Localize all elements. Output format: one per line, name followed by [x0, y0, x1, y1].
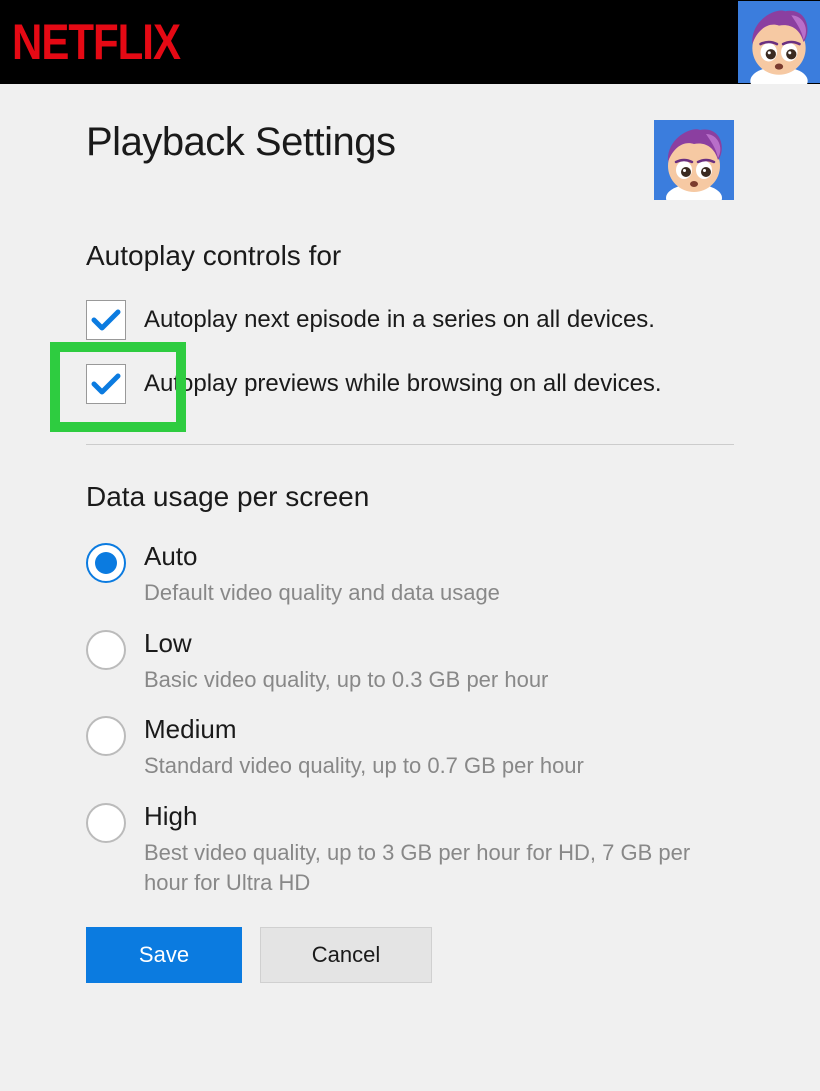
- data-usage-medium-label: Medium: [144, 714, 584, 745]
- data-usage-auto-text: Auto Default video quality and data usag…: [144, 541, 500, 608]
- data-usage-high-label: High: [144, 801, 734, 832]
- autoplay-previews-label: Autoplay previews while browsing on all …: [144, 370, 662, 398]
- radio-dot-icon: [95, 552, 117, 574]
- data-usage-low-row: Low Basic video quality, up to 0.3 GB pe…: [86, 628, 734, 695]
- avatar-icon: [654, 120, 734, 200]
- data-usage-high-row: High Best video quality, up to 3 GB per …: [86, 801, 734, 897]
- autoplay-next-episode-label: Autoplay next episode in a series on all…: [144, 306, 655, 334]
- checkmark-icon: [91, 373, 121, 395]
- avatar-icon: [738, 0, 820, 84]
- app-header: NETFLIX: [0, 0, 820, 84]
- data-usage-auto-row: Auto Default video quality and data usag…: [86, 541, 734, 608]
- data-usage-medium-row: Medium Standard video quality, up to 0.7…: [86, 714, 734, 781]
- data-usage-heading: Data usage per screen: [86, 481, 734, 513]
- data-usage-low-text: Low Basic video quality, up to 0.3 GB pe…: [144, 628, 548, 695]
- data-usage-auto-radio[interactable]: [86, 543, 126, 583]
- data-usage-high-desc: Best video quality, up to 3 GB per hour …: [144, 838, 734, 897]
- data-usage-medium-desc: Standard video quality, up to 0.7 GB per…: [144, 751, 584, 781]
- data-usage-radio-group: Auto Default video quality and data usag…: [86, 541, 734, 897]
- button-row: Save Cancel: [86, 927, 734, 983]
- data-usage-low-radio[interactable]: [86, 630, 126, 670]
- data-usage-medium-text: Medium Standard video quality, up to 0.7…: [144, 714, 584, 781]
- autoplay-section: Autoplay controls for Autoplay next epis…: [86, 240, 734, 404]
- title-row: Playback Settings: [86, 120, 734, 200]
- autoplay-next-episode-row: Autoplay next episode in a series on all…: [86, 300, 734, 340]
- autoplay-previews-row: Autoplay previews while browsing on all …: [86, 364, 734, 404]
- netflix-logo[interactable]: NETFLIX: [12, 13, 180, 71]
- checkmark-icon: [91, 309, 121, 331]
- data-usage-auto-label: Auto: [144, 541, 500, 572]
- data-usage-medium-radio[interactable]: [86, 716, 126, 756]
- data-usage-section: Data usage per screen Auto Default video…: [86, 481, 734, 897]
- content-area: Playback Settings Autoplay controls for …: [0, 84, 820, 1023]
- profile-avatar-header[interactable]: [738, 0, 820, 84]
- section-divider: [86, 444, 734, 445]
- cancel-button[interactable]: Cancel: [260, 927, 432, 983]
- data-usage-high-text: High Best video quality, up to 3 GB per …: [144, 801, 734, 897]
- data-usage-low-label: Low: [144, 628, 548, 659]
- data-usage-auto-desc: Default video quality and data usage: [144, 578, 500, 608]
- profile-avatar-large[interactable]: [654, 120, 734, 200]
- autoplay-heading: Autoplay controls for: [86, 240, 734, 272]
- autoplay-next-episode-checkbox[interactable]: [86, 300, 126, 340]
- page-title: Playback Settings: [86, 120, 395, 165]
- autoplay-previews-checkbox[interactable]: [86, 364, 126, 404]
- data-usage-high-radio[interactable]: [86, 803, 126, 843]
- data-usage-low-desc: Basic video quality, up to 0.3 GB per ho…: [144, 665, 548, 695]
- save-button[interactable]: Save: [86, 927, 242, 983]
